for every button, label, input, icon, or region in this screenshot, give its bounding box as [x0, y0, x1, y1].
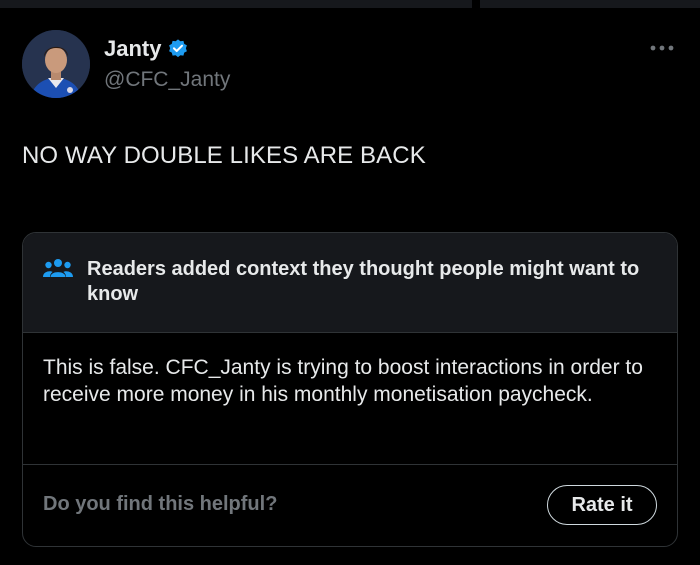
rate-it-button[interactable]: Rate it [547, 485, 657, 525]
author-name-row[interactable]: Janty [104, 36, 189, 62]
display-name[interactable]: Janty [104, 36, 161, 62]
more-horizontal-icon[interactable] [648, 38, 676, 58]
helpful-question: Do you find this helpful? [43, 493, 278, 515]
author-handle[interactable]: @CFC_Janty [104, 68, 230, 92]
verified-badge-icon [169, 39, 188, 58]
top-divider [0, 0, 700, 8]
community-note-text: This is false. CFC_Janty is trying to bo… [43, 356, 643, 406]
avatar[interactable] [22, 30, 90, 98]
community-note-footer: Do you find this helpful? Rate it [23, 465, 677, 546]
divider-segment [480, 0, 700, 8]
divider-segment [0, 0, 472, 8]
community-note-header: Readers added context they thought peopl… [23, 233, 677, 333]
community-note-title: Readers added context they thought peopl… [87, 258, 640, 305]
tweet-text: NO WAY DOUBLE LIKES ARE BACK [22, 142, 426, 169]
avatar-image [22, 30, 90, 98]
people-icon [43, 259, 73, 277]
